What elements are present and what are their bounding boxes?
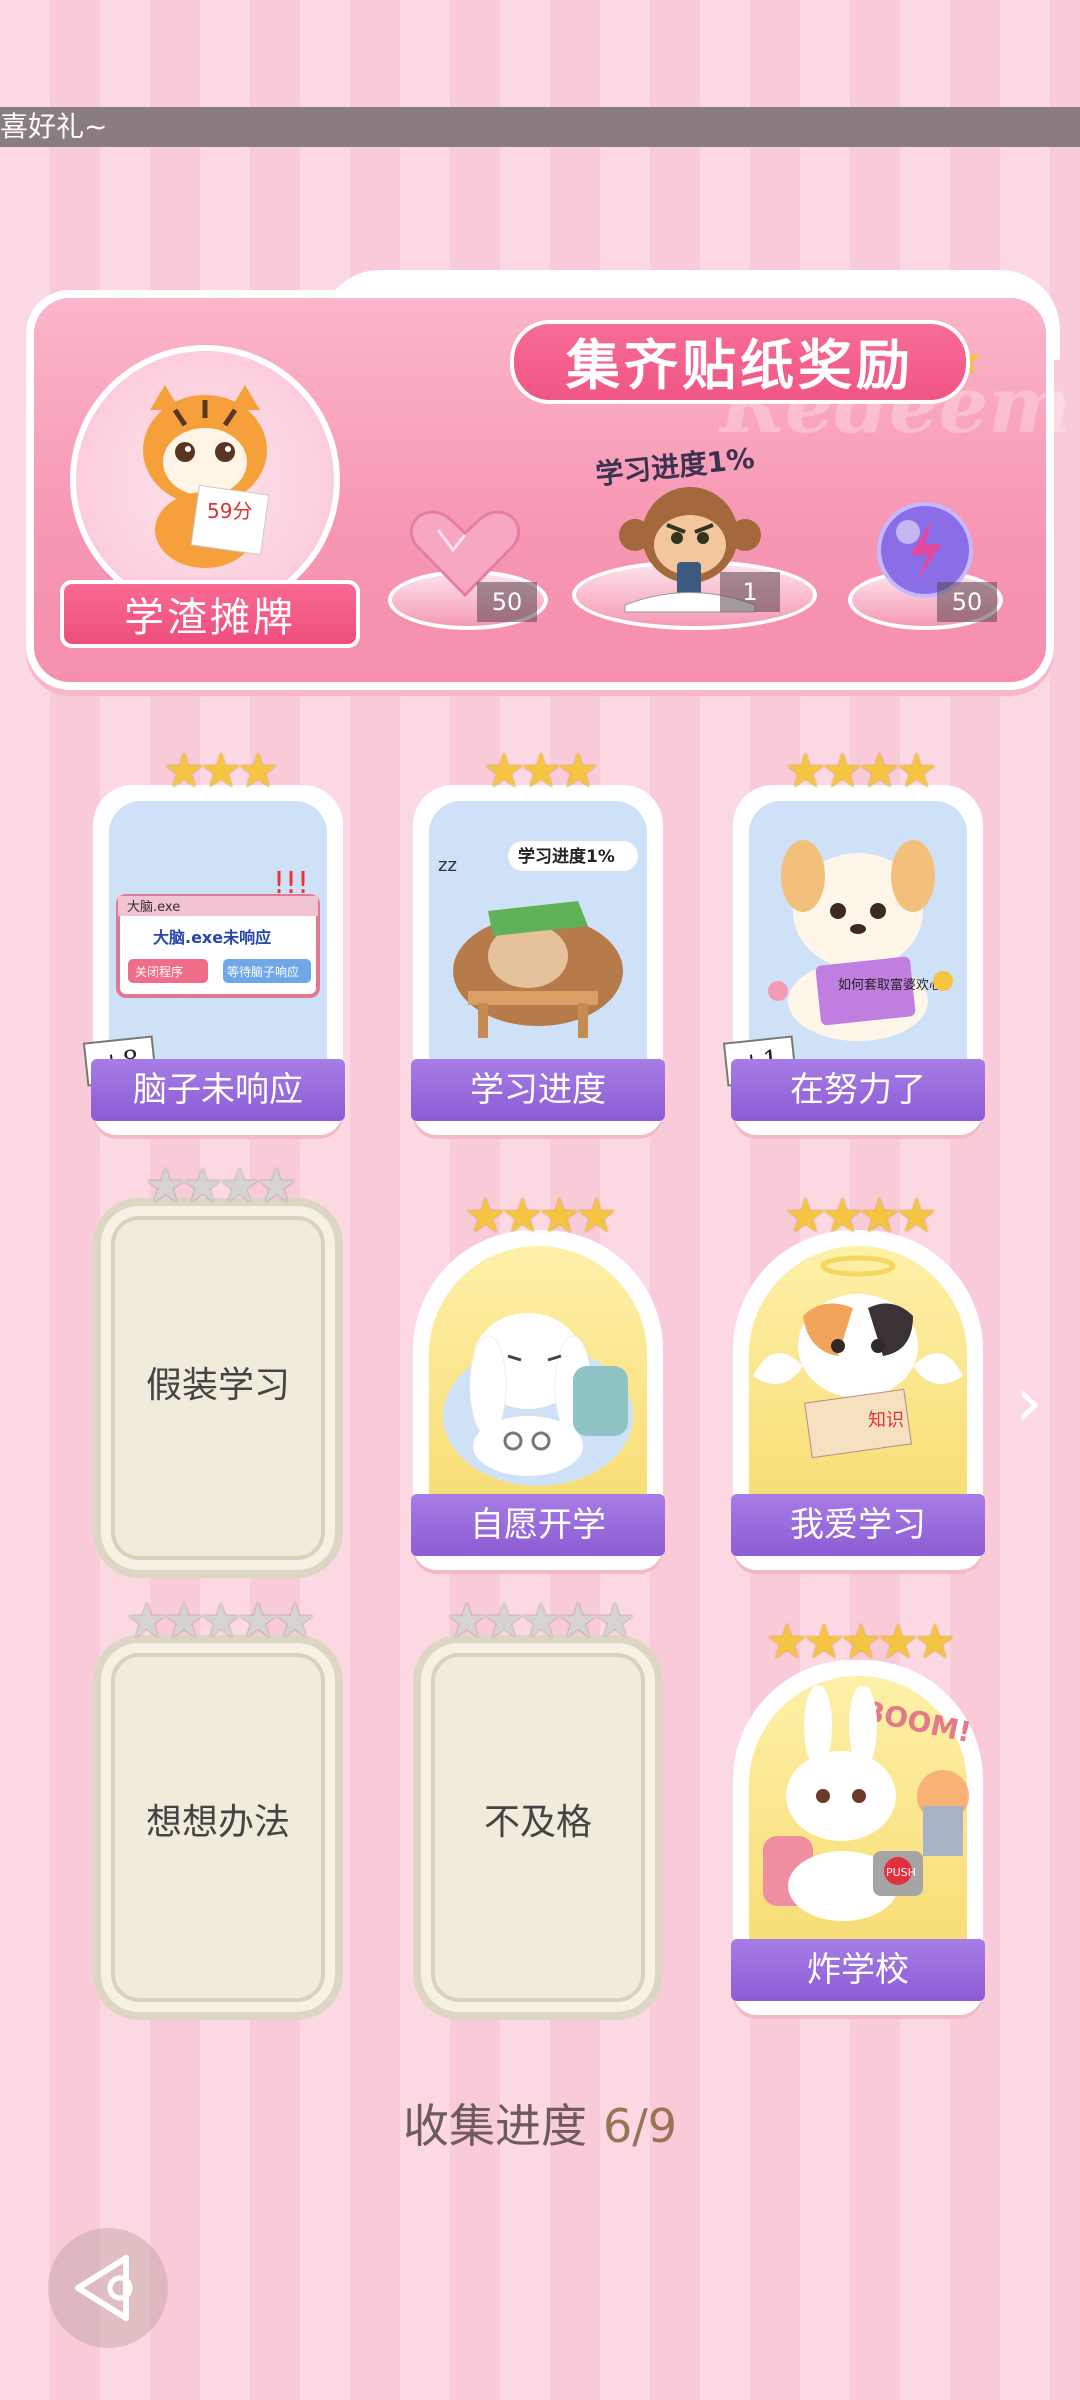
sloth-sticker-icon: 学习进度1% zz: [438, 841, 638, 1038]
card-label: 想想办法: [145, 1802, 290, 1843]
dialog-message: 大脑.exe未响应: [153, 928, 271, 947]
dialog-button-wait: 等待脑子响应: [227, 964, 299, 979]
collection-progress: 收集进度 6/9: [0, 2090, 1080, 2156]
sticker-card-fail-locked[interactable]: ★★★★★ 不及格: [413, 1593, 663, 2020]
tiger-score: 59分: [207, 499, 252, 523]
push-button-text: PUSH: [886, 1866, 916, 1879]
sticker-card-pretend-study-locked[interactable]: ★★★★ 假装学习: [93, 1158, 343, 1578]
card-label: 在努力了: [731, 1059, 985, 1121]
error-dialog-icon: 大脑.exe 大脑.exe未响应 关闭程序 等待脑子响应 !!!: [116, 871, 320, 998]
card-stars: ★★★★: [783, 743, 938, 799]
card-stars: ★★★★: [783, 1188, 938, 1244]
bunny-bomb-icon: BOOM!! PUSH: [763, 1686, 973, 1921]
sticker-card-brain-not-responding[interactable]: ★★★ 大脑.exe 大脑.exe未响应 关闭程序 等待脑子响应 !!! +8 …: [82, 743, 345, 1135]
sticker-card-love-study[interactable]: ★★★★ 知识 我爱学习: [731, 1188, 985, 1570]
dialog-button-close: 关闭程序: [135, 964, 183, 979]
card-label: 不及格: [483, 1802, 592, 1843]
sticker-card-study-progress[interactable]: ★★★ 学习进度1% zz 学习进度: [411, 743, 665, 1135]
card-label: 学习进度: [411, 1059, 665, 1121]
sticker-card-voluntary-school[interactable]: ★★★★ 自愿开学: [411, 1188, 665, 1570]
card-label: 我爱学习: [731, 1494, 985, 1556]
announcement-marquee: 喜好礼~: [0, 107, 1080, 147]
collection-progress-value: 6/9: [602, 2099, 678, 2153]
card-stars: ★★★★★: [125, 1593, 316, 1649]
sticker-card-blow-up-school[interactable]: ★★★★★ BOOM!! PUSH 炸学校: [731, 1614, 985, 2015]
puppy-sticker-icon: 如何套取富婆欢心: [768, 840, 953, 1041]
card-label: 假装学习: [145, 1365, 290, 1406]
back-button[interactable]: [48, 2228, 168, 2348]
boom-text: BOOM!!: [860, 1694, 973, 1752]
collection-progress-label: 收集进度: [402, 2099, 587, 2153]
monkey-sticker-count: 1: [720, 572, 780, 612]
back-arrow-icon: [75, 2255, 133, 2321]
card-label: 自愿开学: [411, 1494, 665, 1556]
banner-title: 集齐贴纸奖励: [510, 320, 970, 404]
sticker-card-think-locked[interactable]: ★★★★★ 想想办法: [93, 1593, 343, 2020]
card-stars: ★★★★: [143, 1158, 298, 1214]
card-stars: ★★★: [162, 743, 279, 799]
card-stars: ★★★★★: [445, 1593, 636, 1649]
sticker-card-working-hard[interactable]: ★★★★ 如何套取富婆欢心 +1 在努力了: [722, 743, 985, 1135]
card-stars: ★★★: [482, 743, 599, 799]
svg-text:!!!: !!!: [273, 871, 309, 901]
svg-text:zz: zz: [438, 855, 457, 876]
next-page-arrow-icon[interactable]: ›: [1015, 1362, 1055, 1442]
heart-gem-count: 50: [477, 582, 537, 622]
bunny-handcuffed-icon: [443, 1313, 633, 1486]
card-label: 脑子未响应: [91, 1059, 345, 1121]
angel-cat-icon: 知识: [753, 1255, 963, 1459]
sticker-name-ribbon: 学渣摊牌: [60, 580, 360, 648]
cat-book-text: 知识: [868, 1410, 904, 1431]
tiger-sticker-icon: 59分: [143, 385, 270, 568]
sloth-progress-text: 学习进度1%: [518, 846, 615, 867]
card-label: 炸学校: [731, 1939, 985, 2001]
puppy-book-title: 如何套取富婆欢心: [838, 977, 942, 993]
dialog-title: 大脑.exe: [127, 900, 180, 915]
card-stars: ★★★★★: [765, 1614, 956, 1670]
card-stars: ★★★★: [463, 1188, 618, 1244]
energy-orb-count: 50: [937, 582, 997, 622]
